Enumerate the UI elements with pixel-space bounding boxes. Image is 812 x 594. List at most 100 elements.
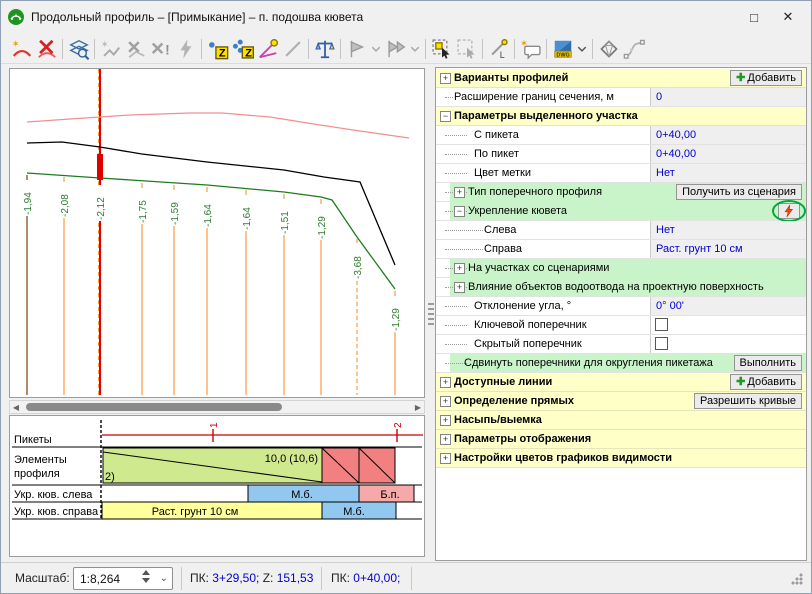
export-dwg-button[interactable]: DWG	[550, 36, 575, 61]
select-rect-button[interactable]	[454, 36, 479, 61]
property-label: По пикет	[474, 148, 519, 160]
splitter-grip-icon[interactable]	[428, 303, 434, 325]
expand-icon[interactable]: +	[440, 73, 451, 84]
delete-profile-button[interactable]	[34, 36, 59, 61]
search-profiles-button[interactable]	[66, 36, 91, 61]
scrollbar-track[interactable]	[22, 402, 412, 412]
scale-value[interactable]: 1:8,264	[80, 572, 120, 586]
recalc-lightning-button[interactable]	[173, 36, 198, 61]
select-rect-yellow-button[interactable]	[429, 36, 454, 61]
toolbar-separator	[482, 39, 483, 59]
property-row-отклонение-угла-[interactable]: Отклонение угла, °0° 00'	[436, 297, 806, 316]
spline-button[interactable]	[621, 36, 646, 61]
property-label: Влияние объектов водоотвода на проектную…	[468, 281, 764, 293]
measure-length-button[interactable]: L	[486, 36, 511, 61]
property-row-сдвинуть-поперечники-для-округления-пикетажа[interactable]: Сдвинуть поперечники для округления пике…	[436, 354, 806, 373]
scrollbar-thumb[interactable]	[26, 403, 282, 411]
profile-chart[interactable]: -1,94-2,08-2,12-1,75-1,59-1,64-1,64-1,51…	[10, 69, 424, 397]
property-row-влияние-объектов-водоотвода-на-проектную-поверхность[interactable]: +Влияние объектов водоотвода на проектну…	[436, 278, 806, 297]
property-label: Определение прямых	[454, 395, 574, 407]
expand-icon[interactable]: +	[440, 453, 451, 464]
property-row-по-пикет[interactable]: По пикет 0+40,00	[436, 145, 806, 164]
property-row-варианты-профилей[interactable]: +Варианты профилей✚Добавить	[436, 69, 806, 88]
export-dwg-dropdown[interactable]	[575, 36, 589, 61]
property-value[interactable]: Нет	[650, 164, 806, 182]
expand-icon[interactable]: +	[454, 263, 465, 274]
play-flag-button[interactable]	[344, 36, 369, 61]
scales-button[interactable]	[312, 36, 337, 61]
scale-combobox[interactable]: 1:8,264 ⌄	[73, 567, 173, 590]
maximize-button[interactable]: □	[737, 4, 771, 30]
scales-balance-icon	[314, 38, 336, 60]
draw-line-button[interactable]	[280, 36, 305, 61]
expand-icon[interactable]: +	[454, 187, 465, 198]
property-row-ключевой-поперечник[interactable]: Ключевой поперечник	[436, 316, 806, 335]
property-row-тип-поперечного-профиля[interactable]: +Тип поперечного профиляПолучить из сцен…	[436, 183, 806, 202]
close-button[interactable]: ✕	[771, 4, 805, 30]
property-row-параметры-выделенного-участка[interactable]: −Параметры выделенного участка	[436, 107, 806, 126]
panel-splitter[interactable]	[426, 67, 435, 561]
property-row-доступные-линии[interactable]: +Доступные линии✚Добавить	[436, 373, 806, 392]
property-row-насыпь-выемка[interactable]: +Насыпь/выемка	[436, 411, 806, 430]
checkbox[interactable]	[655, 318, 668, 331]
property-value[interactable]: Раст. грунт 10 см	[650, 240, 806, 258]
property-row-расширение-границ-сечения-м[interactable]: Расширение границ сечения, м0	[436, 88, 806, 107]
action-button-получить-из-сценария[interactable]: Получить из сценария	[676, 184, 802, 200]
property-value[interactable]: 0	[650, 88, 806, 106]
collapse-icon[interactable]: −	[440, 111, 451, 122]
play-flag-dropdown[interactable]	[369, 36, 383, 61]
action-button-добавить[interactable]: ✚Добавить	[730, 374, 802, 390]
property-row-слева[interactable]: СлеваНет	[436, 221, 806, 240]
property-row-цвет-метки[interactable]: Цвет меткиНет	[436, 164, 806, 183]
scroll-left-arrow-icon[interactable]: ◀	[10, 401, 22, 413]
add-comment-button[interactable]: ✶	[518, 36, 543, 61]
diamond-button[interactable]	[596, 36, 621, 61]
property-row-справа[interactable]: СправаРаст. грунт 10 см	[436, 240, 806, 259]
scale-dropdown-icon[interactable]: ⌄	[160, 573, 168, 584]
scroll-right-arrow-icon[interactable]: ▶	[412, 401, 424, 413]
expand-icon[interactable]: +	[440, 377, 451, 388]
scale-spinner[interactable]	[142, 570, 150, 583]
expand-icon[interactable]: +	[440, 434, 451, 445]
property-row-параметры-отображения[interactable]: +Параметры отображения	[436, 430, 806, 449]
property-value[interactable]: 0+40,00	[650, 126, 806, 144]
play-flag-next-button[interactable]	[383, 36, 408, 61]
expand-icon[interactable]: +	[440, 396, 451, 407]
selected-picket-status: ПК: 0+40,00;	[331, 571, 400, 585]
property-row-скрытый-поперечник[interactable]: Скрытый поперечник	[436, 335, 806, 354]
expand-icon[interactable]: +	[454, 282, 465, 293]
property-row-укрепление-кювета[interactable]: −Укрепление кювета	[436, 202, 806, 221]
expand-icon[interactable]: +	[440, 415, 451, 426]
collapse-icon[interactable]: −	[454, 206, 465, 217]
z-point-single-button[interactable]: Z	[205, 36, 230, 61]
property-value[interactable]: 0° 00'	[650, 297, 806, 315]
property-row-на-участках-со-сценариями[interactable]: +На участках со сценариями	[436, 259, 806, 278]
cursor-marker[interactable]	[97, 154, 103, 180]
z-point-multi-button[interactable]: Z	[230, 36, 255, 61]
property-row-определение-прямых[interactable]: +Определение прямых Разрешить кривые	[436, 392, 806, 411]
delete-point-alert-button[interactable]: !	[148, 36, 173, 61]
measure-angle-button[interactable]	[255, 36, 280, 61]
delete-point-button[interactable]	[123, 36, 148, 61]
checkbox[interactable]	[655, 337, 668, 350]
app-window: Продольный профиль – [Примыкание] – п. п…	[0, 0, 812, 594]
action-button-разрешить-кривые[interactable]: Разрешить кривые	[694, 393, 802, 409]
apply-strengthening-button[interactable]	[778, 203, 800, 219]
chart-horizontal-scrollbar[interactable]: ◀ ▶	[9, 400, 425, 414]
property-value[interactable]: Нет	[650, 221, 806, 239]
add-point-button[interactable]: ✶	[98, 36, 123, 61]
tree-stub	[445, 97, 453, 98]
property-value[interactable]: 0+40,00	[650, 145, 806, 163]
window-title: Продольный профиль – [Примыкание] – п. п…	[31, 10, 737, 24]
add-profile-button[interactable]: ✶	[9, 36, 34, 61]
resize-grip-icon[interactable]	[791, 573, 803, 585]
property-row-с-пикета[interactable]: С пикета0+40,00	[436, 126, 806, 145]
action-button-выполнить[interactable]: Выполнить	[734, 355, 802, 371]
station-elevation-label: -1,29	[317, 216, 328, 239]
play-flag-next-dropdown[interactable]	[408, 36, 422, 61]
action-button-добавить[interactable]: ✚Добавить	[730, 70, 802, 86]
profile-elements-panel[interactable]: Пикеты Элементы профиля Укр. кюв. слева …	[9, 415, 425, 557]
statusbar: Масштаб: 1:8,264 ⌄ ПК: 3+29,50; Z: 151,5…	[1, 562, 811, 594]
property-row-настройки-цветов-графиков-видимости[interactable]: +Настройки цветов графиков видимости	[436, 449, 806, 468]
profile-chart-panel[interactable]: -1,94-2,08-2,12-1,75-1,59-1,64-1,64-1,51…	[9, 68, 425, 398]
